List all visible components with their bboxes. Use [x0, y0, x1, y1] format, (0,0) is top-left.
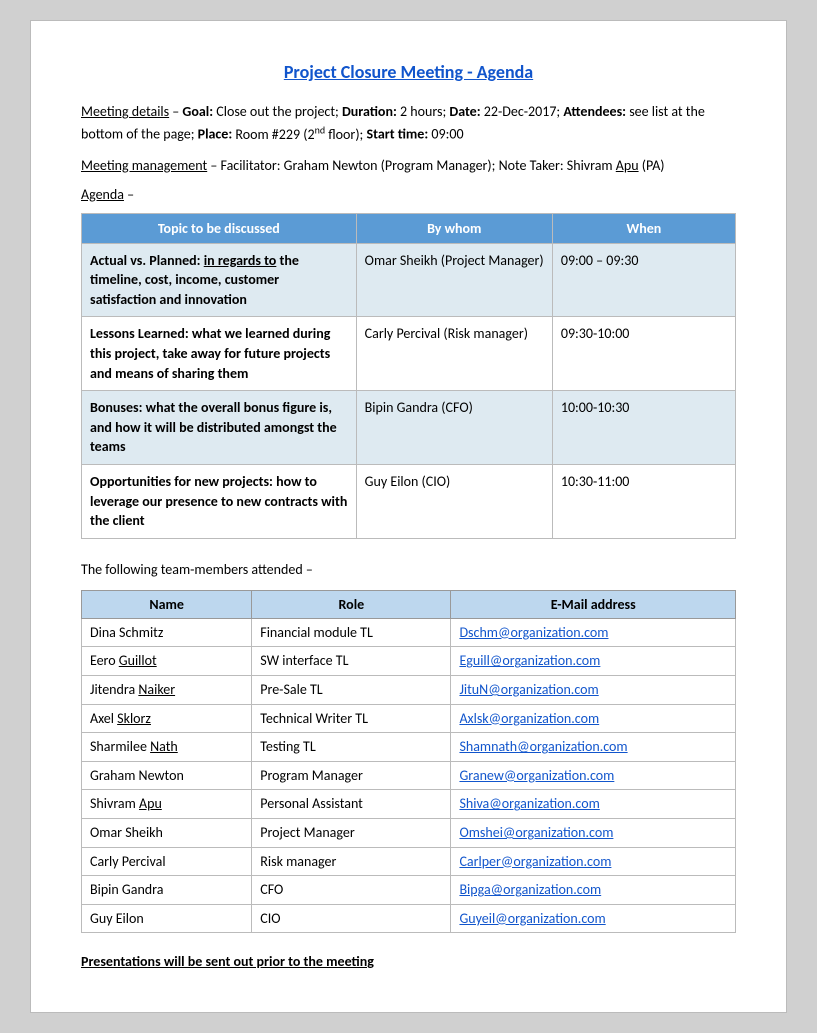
agenda-table: Topic to be discussed By whom When Actua…	[81, 213, 736, 539]
attendee-role-1: SW interface TL	[252, 647, 451, 676]
attendee-row-5: Graham NewtonProgram ManagerGranew@organ…	[82, 761, 736, 790]
attendee-email-4: Shamnath@organization.com	[451, 733, 736, 762]
agenda-header-bywhom: By whom	[356, 213, 552, 243]
attendee-name-0: Dina Schmitz	[82, 618, 252, 647]
meeting-details-label: Meeting details	[81, 103, 169, 120]
duration-value: 2 hours;	[400, 103, 449, 120]
agenda-row-0: Actual vs. Planned: in regards to the ti…	[82, 243, 736, 317]
superscript-nd: nd	[315, 123, 326, 136]
agenda-row-2: Bonuses: what the overall bonus figure i…	[82, 391, 736, 465]
attendee-row-4: Sharmilee NathTesting TLShamnath@organiz…	[82, 733, 736, 762]
agenda-bywhom-2: Bipin Gandra (CFO)	[356, 391, 552, 465]
attendee-role-4: Testing TL	[252, 733, 451, 762]
attendee-name-8: Carly Percival	[82, 847, 252, 876]
date-label: Date:	[449, 103, 480, 120]
date-value: 22-Dec-2017;	[484, 103, 564, 120]
attendee-email-2: JituN@organization.com	[451, 675, 736, 704]
attendee-name-9: Bipin Gandra	[82, 876, 252, 905]
agenda-header-when: When	[552, 213, 735, 243]
attendees-intro: The following team-members attended –	[81, 559, 736, 580]
agenda-dash: –	[127, 186, 134, 203]
attendee-role-2: Pre-Sale TL	[252, 675, 451, 704]
attendees-table: Name Role E-Mail address Dina SchmitzFin…	[81, 590, 736, 934]
place-value: Room #229 (2nd floor);	[235, 126, 366, 143]
attendees-header-role: Role	[252, 590, 451, 618]
attendee-role-9: CFO	[252, 876, 451, 905]
attendee-name-3: Axel Sklorz	[82, 704, 252, 733]
attendee-name-10: Guy Eilon	[82, 904, 252, 933]
document-page: Project Closure Meeting - Agenda Meeting…	[30, 20, 787, 1013]
attendee-email-9: Bipga@organization.com	[451, 876, 736, 905]
attendee-row-2: Jitendra NaikerPre-Sale TLJituN@organiza…	[82, 675, 736, 704]
attendee-role-5: Program Manager	[252, 761, 451, 790]
attendee-row-0: Dina SchmitzFinancial module TLDschm@org…	[82, 618, 736, 647]
attendee-role-10: CIO	[252, 904, 451, 933]
goal-value: Close out the project;	[216, 103, 342, 120]
agenda-bywhom-1: Carly Percival (Risk manager)	[356, 317, 552, 391]
agenda-topic-0: Actual vs. Planned: in regards to the ti…	[82, 243, 357, 317]
attendee-email-5: Granew@organization.com	[451, 761, 736, 790]
attendee-row-9: Bipin GandraCFOBipga@organization.com	[82, 876, 736, 905]
attendee-email-7: Omshei@organization.com	[451, 818, 736, 847]
agenda-label: Agenda	[81, 186, 124, 203]
attendee-role-6: Personal Assistant	[252, 790, 451, 819]
agenda-when-2: 10:00-10:30	[552, 391, 735, 465]
attendee-email-3: Axlsk@organization.com	[451, 704, 736, 733]
attendee-email-10: Guyeil@organization.com	[451, 904, 736, 933]
start-value: 09:00	[431, 126, 463, 143]
agenda-when-0: 09:00 – 09:30	[552, 243, 735, 317]
attendee-row-8: Carly PercivalRisk managerCarlper@organi…	[82, 847, 736, 876]
attendee-email-6: Shiva@organization.com	[451, 790, 736, 819]
duration-label: Duration:	[342, 103, 397, 120]
attendee-name-1: Eero Guillot	[82, 647, 252, 676]
agenda-topic-3: Opportunities for new projects: how to l…	[82, 465, 357, 539]
attendee-row-3: Axel SklorzTechnical Writer TLAxlsk@orga…	[82, 704, 736, 733]
attendee-name-4: Sharmilee Nath	[82, 733, 252, 762]
attendees-header-email: E-Mail address	[451, 590, 736, 618]
goal-label: Goal:	[182, 103, 213, 120]
meeting-details-section: Meeting details – Goal: Close out the pr…	[81, 101, 736, 145]
agenda-bywhom-0: Omar Sheikh (Project Manager)	[356, 243, 552, 317]
attendees-header-name: Name	[82, 590, 252, 618]
attendee-row-7: Omar SheikhProject ManagerOmshei@organiz…	[82, 818, 736, 847]
footer-note: Presentations will be sent out prior to …	[81, 953, 736, 970]
meeting-management-label: Meeting management	[81, 157, 207, 174]
meeting-details-separator: –	[172, 103, 182, 120]
attendee-email-1: Eguill@organization.com	[451, 647, 736, 676]
attendee-row-6: Shivram ApuPersonal AssistantShiva@organ…	[82, 790, 736, 819]
attendee-email-8: Carlper@organization.com	[451, 847, 736, 876]
meeting-management-section: Meeting management – Facilitator: Graham…	[81, 155, 736, 176]
attendee-row-1: Eero GuillotSW interface TLEguill@organi…	[82, 647, 736, 676]
agenda-topic-2: Bonuses: what the overall bonus figure i…	[82, 391, 357, 465]
attendee-email-0: Dschm@organization.com	[451, 618, 736, 647]
attendee-name-5: Graham Newton	[82, 761, 252, 790]
agenda-row-1: Lessons Learned: what we learned during …	[82, 317, 736, 391]
document-title: Project Closure Meeting - Agenda	[81, 61, 736, 83]
attendee-role-8: Risk manager	[252, 847, 451, 876]
agenda-when-1: 09:30-10:00	[552, 317, 735, 391]
meeting-management-text: – Facilitator: Graham Newton (Program Ma…	[210, 157, 664, 174]
attendee-row-10: Guy EilonCIOGuyeil@organization.com	[82, 904, 736, 933]
agenda-when-3: 10:30-11:00	[552, 465, 735, 539]
agenda-label-line: Agenda –	[81, 186, 736, 203]
agenda-row-3: Opportunities for new projects: how to l…	[82, 465, 736, 539]
attendee-name-2: Jitendra Naiker	[82, 675, 252, 704]
attendee-name-6: Shivram Apu	[82, 790, 252, 819]
agenda-table-header-row: Topic to be discussed By whom When	[82, 213, 736, 243]
agenda-header-topic: Topic to be discussed	[82, 213, 357, 243]
agenda-topic-1: Lessons Learned: what we learned during …	[82, 317, 357, 391]
attendee-role-7: Project Manager	[252, 818, 451, 847]
attendee-name-7: Omar Sheikh	[82, 818, 252, 847]
attendee-role-3: Technical Writer TL	[252, 704, 451, 733]
start-label: Start time:	[366, 126, 428, 143]
attendees-label: Attendees:	[563, 103, 626, 120]
agenda-bywhom-3: Guy Eilon (CIO)	[356, 465, 552, 539]
attendees-header-row: Name Role E-Mail address	[82, 590, 736, 618]
place-label: Place:	[198, 126, 233, 143]
attendee-role-0: Financial module TL	[252, 618, 451, 647]
